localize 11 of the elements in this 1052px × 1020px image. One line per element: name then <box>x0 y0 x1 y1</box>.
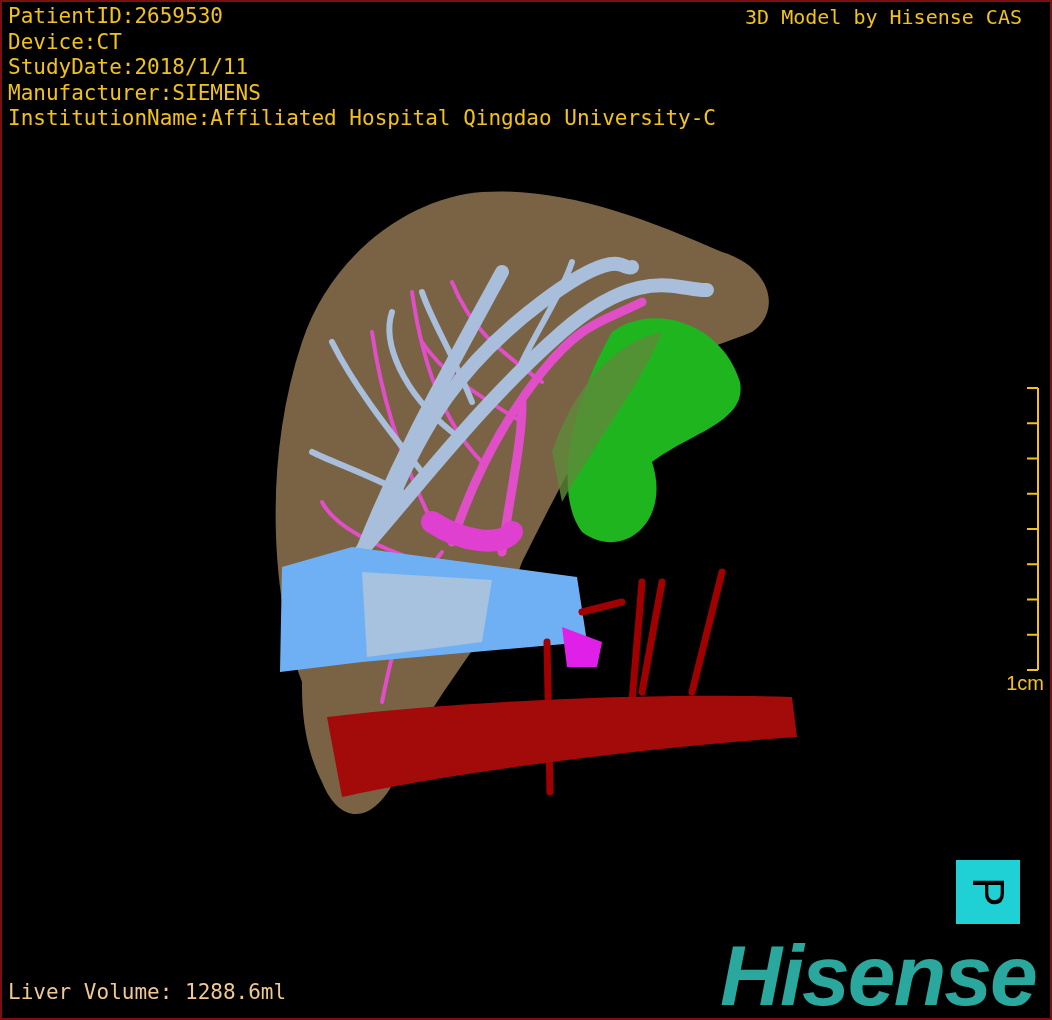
info-text: Device:CT <box>8 29 123 55</box>
info-text: Manufacturer:SIEMENS <box>8 80 262 106</box>
scale-label: 1cm <box>1006 672 1044 695</box>
logo-text: Hisense <box>720 930 1036 1018</box>
info-text: StudyDate:2018/1/11 <box>8 55 250 81</box>
orientation-marker: P <box>956 860 1020 924</box>
info-text: InstitutionName:Affiliated Hospital Qingdao University-C <box>8 106 716 132</box>
scale-bar-icon <box>1026 387 1040 672</box>
credit-text: 3D Model by Hisense CAS <box>745 4 1022 30</box>
liver-volume-text: Liver Volume: 1288.6ml <box>8 980 287 1004</box>
info-text: PatientID:2659530 <box>8 4 224 30</box>
